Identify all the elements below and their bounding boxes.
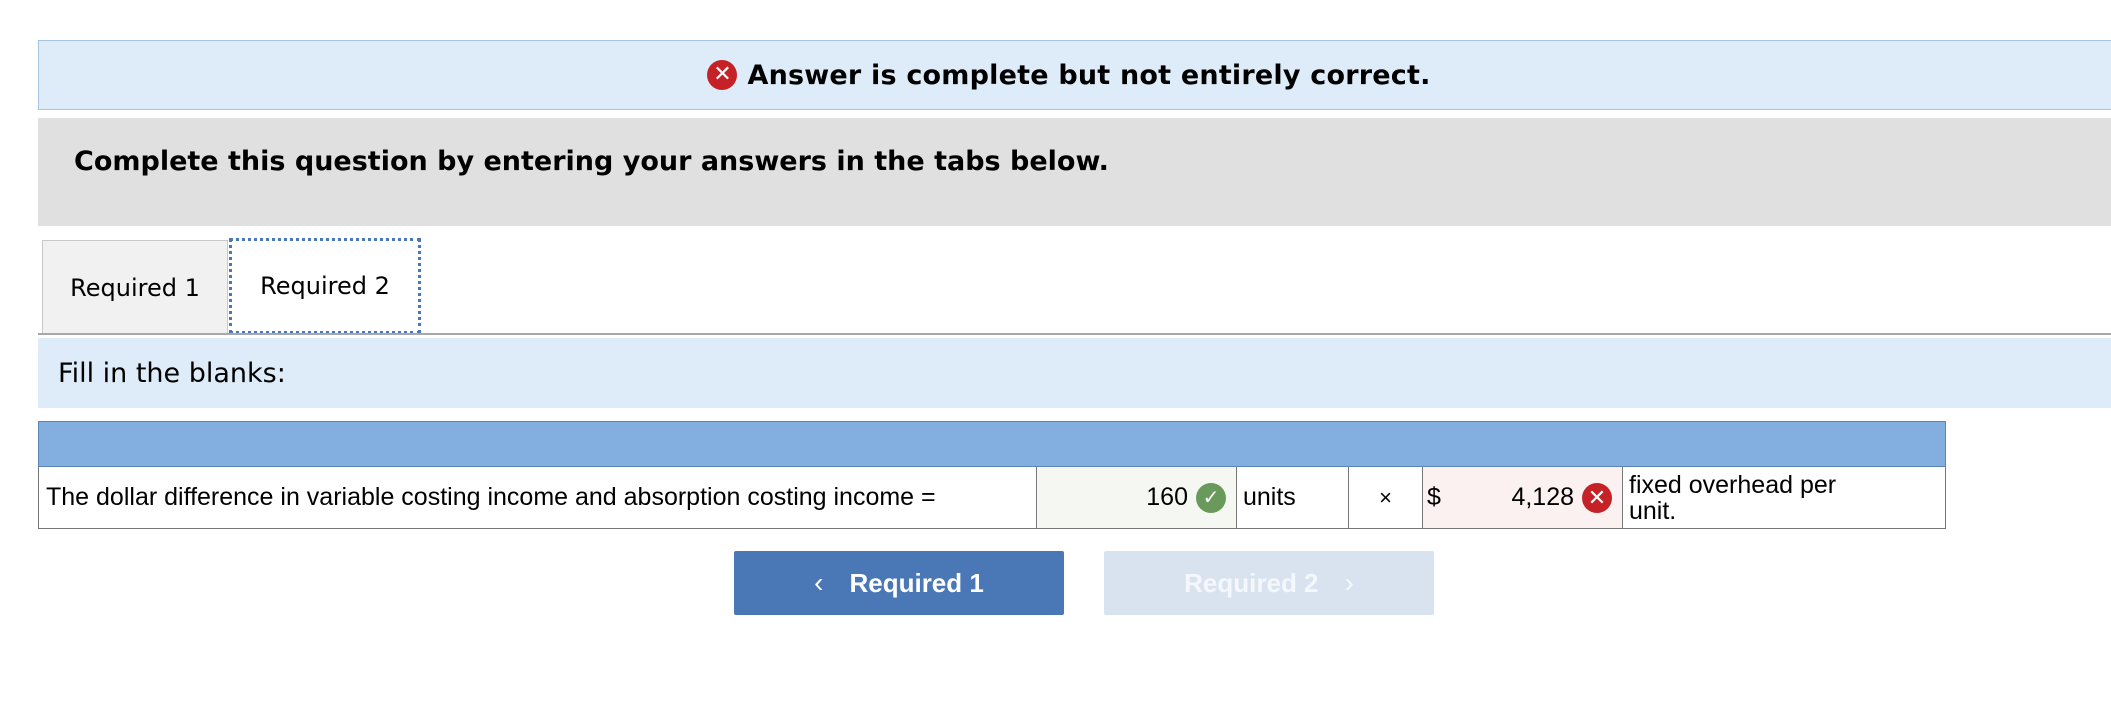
- chevron-left-icon: ‹: [814, 567, 824, 598]
- result-message: Answer is complete but not entirely corr…: [747, 59, 1431, 91]
- units-value: 160: [1146, 483, 1188, 511]
- chevron-right-icon: ›: [1344, 567, 1354, 598]
- prev-required-button[interactable]: ‹ Required 1: [734, 551, 1064, 615]
- check-icon: ✓: [1196, 482, 1226, 513]
- tab-required-1[interactable]: Required 1: [42, 240, 228, 334]
- next-required-button[interactable]: Required 2 ›: [1104, 551, 1434, 615]
- tab-label: Required 2: [260, 272, 390, 300]
- result-banner: ✕ Answer is complete but not entirely co…: [38, 40, 2111, 110]
- section-header: Fill in the blanks:: [38, 338, 2111, 408]
- x-circle-icon: ✕: [707, 60, 738, 90]
- row-description: The dollar difference in variable costin…: [39, 467, 1037, 528]
- units-input[interactable]: 160 ✓: [1037, 467, 1237, 528]
- dollar-sign: $: [1427, 483, 1441, 511]
- section-label: Fill in the blanks:: [58, 357, 286, 389]
- table-header: [38, 421, 1946, 467]
- table-row: The dollar difference in variable costin…: [38, 467, 1946, 529]
- instructions-panel: Complete this question by entering your …: [38, 118, 2111, 226]
- prev-button-label: Required 1: [849, 567, 984, 598]
- suffix-text: fixed overhead per unit.: [1629, 470, 1837, 525]
- dollar-value: 4,128: [1511, 483, 1574, 511]
- times-symbol: ×: [1349, 467, 1423, 528]
- answer-table: The dollar difference in variable costin…: [38, 421, 1946, 529]
- row-suffix: fixed overhead per unit.: [1623, 467, 1945, 528]
- tab-label: Required 1: [70, 273, 200, 302]
- next-button-label: Required 2: [1184, 567, 1319, 598]
- units-label: units: [1237, 467, 1349, 528]
- tabs-divider: [38, 333, 2111, 335]
- dollar-input[interactable]: $ 4,128 ✕: [1423, 467, 1623, 528]
- instructions-text: Complete this question by entering your …: [74, 145, 1109, 177]
- x-circle-icon: ✕: [1582, 482, 1612, 513]
- tab-required-2[interactable]: Required 2: [229, 238, 421, 334]
